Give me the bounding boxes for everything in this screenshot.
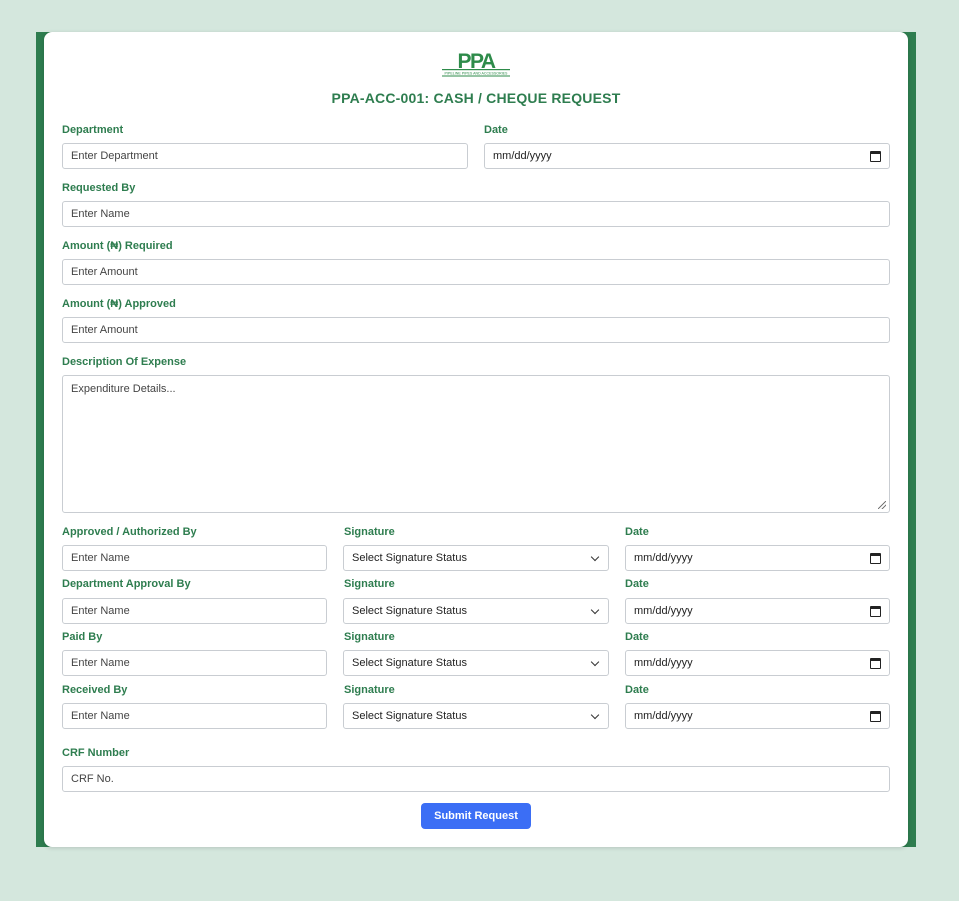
signature-select-value: Select Signature Status xyxy=(352,552,467,564)
amount-approved-input[interactable] xyxy=(62,317,890,343)
date-label: Date xyxy=(625,631,649,643)
department-approval-label: Department Approval By xyxy=(62,578,191,590)
date-label: Date xyxy=(625,526,649,538)
crf-number-label: CRF Number xyxy=(62,747,130,759)
department-approval-name-input[interactable] xyxy=(62,598,327,624)
department-approval-date-input[interactable]: mm/dd/yyyy xyxy=(625,598,890,624)
department-label: Department xyxy=(62,124,124,136)
date-input-text: mm/dd/yyyy xyxy=(493,150,552,162)
department-input[interactable] xyxy=(62,143,468,169)
paid-by-signature-select[interactable]: Select Signature Status xyxy=(343,650,609,676)
requested-by-label: Requested By xyxy=(62,182,136,194)
approved-by-signature-select[interactable]: Select Signature Status xyxy=(343,545,609,571)
amount-required-label: Amount (₦) Required xyxy=(62,240,173,252)
ppa-logo: PPA PIPELINE PIPES AND ACCESSORIES xyxy=(442,51,510,77)
paid-by-date-input[interactable]: mm/dd/yyyy xyxy=(625,650,890,676)
amount-required-input[interactable] xyxy=(62,259,890,285)
department-approval-signature-select[interactable]: Select Signature Status xyxy=(343,598,609,624)
description-label: Description Of Expense xyxy=(62,356,187,368)
chevron-down-icon xyxy=(590,552,600,561)
resize-handle[interactable] xyxy=(878,501,888,511)
amount-approved-label: Amount (₦) Approved xyxy=(62,298,176,310)
description-textarea[interactable] xyxy=(62,375,890,513)
calendar-icon[interactable] xyxy=(870,552,881,564)
date-label: Date xyxy=(625,684,649,696)
date-input-text: mm/dd/yyyy xyxy=(634,710,693,722)
approved-by-label: Approved / Authorized By xyxy=(62,526,197,538)
signature-label: Signature xyxy=(344,631,395,643)
paid-by-name-input[interactable] xyxy=(62,650,327,676)
form-title: PPA-ACC-001: CASH / CHEQUE REQUEST xyxy=(331,90,621,106)
signature-label: Signature xyxy=(344,684,395,696)
submit-request-button[interactable]: Submit Request xyxy=(421,803,531,829)
calendar-icon[interactable] xyxy=(870,710,881,722)
received-by-date-input[interactable]: mm/dd/yyyy xyxy=(625,703,890,729)
signature-label: Signature xyxy=(344,526,395,538)
signature-select-value: Select Signature Status xyxy=(352,657,467,669)
approved-by-date-input[interactable]: mm/dd/yyyy xyxy=(625,545,890,571)
chevron-down-icon xyxy=(590,657,600,666)
date-label: Date xyxy=(625,578,649,590)
date-input[interactable]: mm/dd/yyyy xyxy=(484,143,890,169)
resize-grip-icon xyxy=(878,501,886,509)
date-input-text: mm/dd/yyyy xyxy=(634,552,693,564)
signature-label: Signature xyxy=(344,578,395,590)
date-input-text: mm/dd/yyyy xyxy=(634,657,693,669)
date-input-text: mm/dd/yyyy xyxy=(634,605,693,617)
date-label: Date xyxy=(484,124,508,136)
chevron-down-icon xyxy=(590,710,600,719)
calendar-icon[interactable] xyxy=(870,657,881,669)
calendar-icon[interactable] xyxy=(870,150,881,162)
chevron-down-icon xyxy=(590,605,600,614)
signature-select-value: Select Signature Status xyxy=(352,710,467,722)
signature-select-value: Select Signature Status xyxy=(352,605,467,617)
received-by-label: Received By xyxy=(62,684,128,696)
crf-number-input[interactable] xyxy=(62,766,890,792)
approved-by-name-input[interactable] xyxy=(62,545,327,571)
calendar-icon[interactable] xyxy=(870,605,881,617)
paid-by-label: Paid By xyxy=(62,631,103,643)
requested-by-input[interactable] xyxy=(62,201,890,227)
received-by-name-input[interactable] xyxy=(62,703,327,729)
svg-text:PIPELINE PIPES AND ACCESSORIES: PIPELINE PIPES AND ACCESSORIES xyxy=(445,72,509,76)
received-by-signature-select[interactable]: Select Signature Status xyxy=(343,703,609,729)
